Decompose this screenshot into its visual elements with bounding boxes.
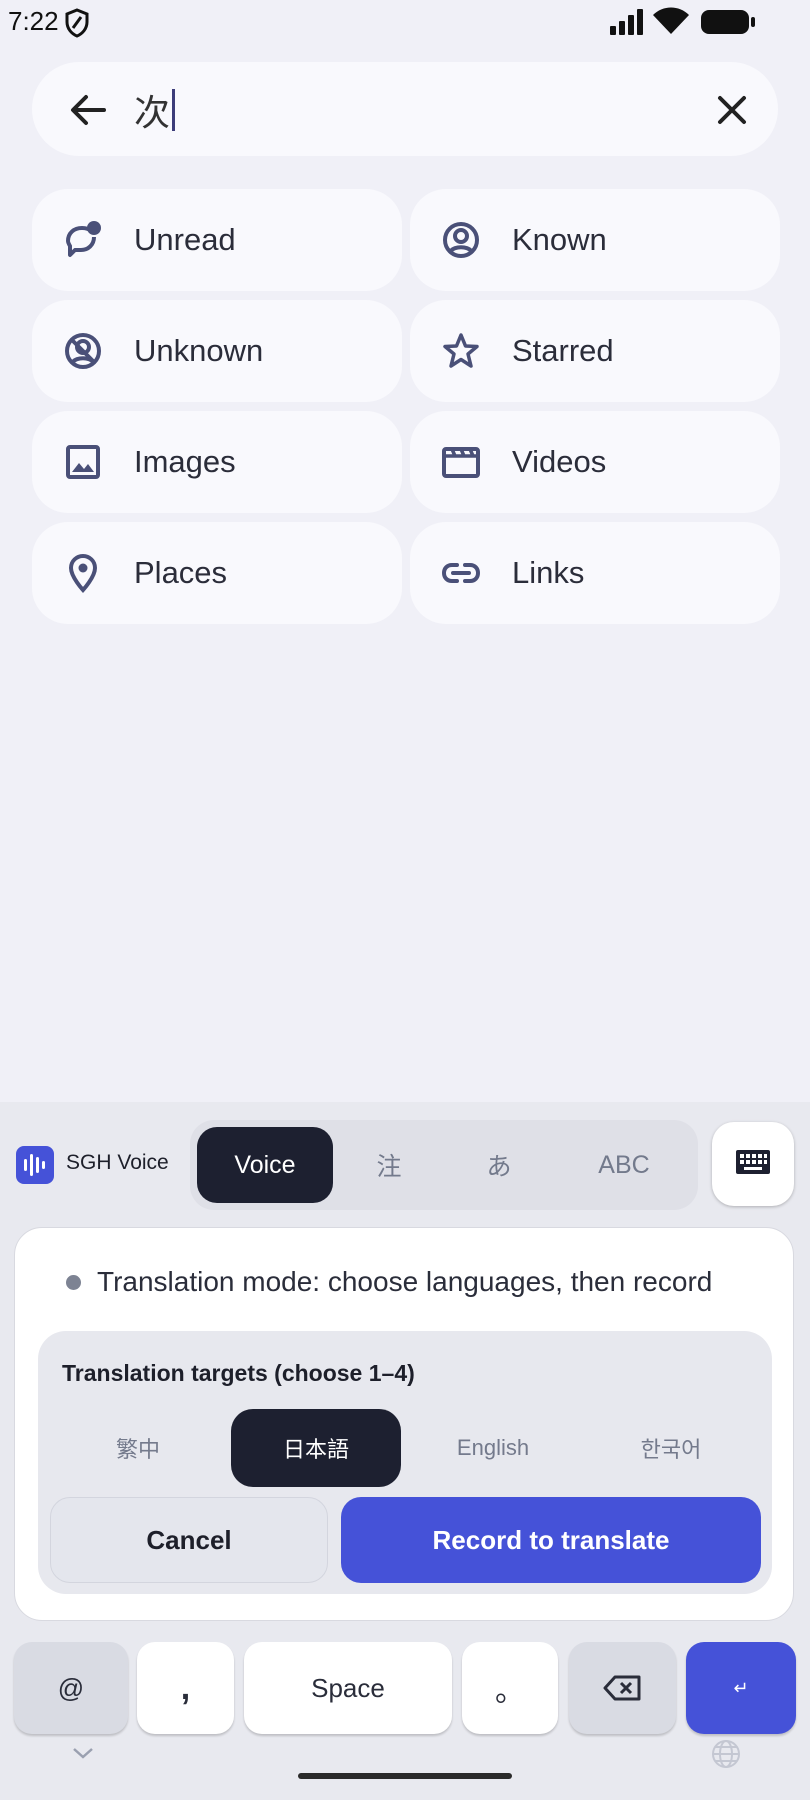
- star-icon: [440, 330, 482, 372]
- filter-label: Links: [512, 555, 585, 590]
- wifi-icon: [652, 6, 690, 36]
- lang-option-english[interactable]: English: [418, 1409, 568, 1487]
- tab-abc[interactable]: ABC: [566, 1127, 682, 1203]
- lang-option-traditional-chinese[interactable]: 繁中: [68, 1409, 208, 1487]
- video-clapper-icon: [440, 441, 482, 483]
- filter-chip-videos[interactable]: Videos: [410, 411, 780, 513]
- filter-chip-known[interactable]: Known: [410, 189, 780, 291]
- person-circle-icon: [440, 219, 482, 261]
- filter-chip-links[interactable]: Links: [410, 522, 780, 624]
- search-query: 次: [134, 92, 171, 133]
- person-off-icon: [62, 330, 104, 372]
- key-backspace[interactable]: [569, 1642, 676, 1734]
- key-period[interactable]: 。: [462, 1642, 558, 1734]
- key-at[interactable]: @: [14, 1642, 128, 1734]
- tab-zhuyin[interactable]: 注: [338, 1127, 440, 1203]
- search-input[interactable]: 次: [134, 86, 176, 134]
- filter-chip-places[interactable]: Places: [32, 522, 402, 624]
- filter-chip-starred[interactable]: Starred: [410, 300, 780, 402]
- key-comma[interactable]: ,: [137, 1642, 234, 1734]
- globe-icon[interactable]: [710, 1738, 742, 1770]
- shield-icon: [64, 8, 90, 38]
- battery-icon: [700, 8, 756, 36]
- location-pin-icon: [62, 552, 104, 594]
- filter-label: Starred: [512, 333, 614, 368]
- tab-voice[interactable]: Voice: [197, 1127, 333, 1203]
- filter-chip-unknown[interactable]: Unknown: [32, 300, 402, 402]
- keyboard-icon: [735, 1148, 771, 1178]
- tab-hiragana[interactable]: あ: [448, 1127, 550, 1203]
- filter-label: Videos: [512, 444, 607, 479]
- filter-label: Images: [134, 444, 236, 479]
- filter-label: Places: [134, 555, 228, 590]
- signal-icon: [608, 8, 646, 36]
- record-to-translate-button[interactable]: Record to translate: [341, 1497, 761, 1583]
- filter-chip-images[interactable]: Images: [32, 411, 402, 513]
- home-indicator[interactable]: [298, 1773, 512, 1779]
- voice-waveform-icon: [16, 1146, 54, 1184]
- close-icon[interactable]: [712, 90, 752, 130]
- filter-label: Unknown: [134, 333, 264, 368]
- keyboard-toggle-button[interactable]: [712, 1122, 794, 1206]
- status-dot: [66, 1275, 81, 1290]
- lang-option-japanese[interactable]: 日本語: [231, 1409, 401, 1487]
- text-caret: [172, 89, 176, 131]
- translation-targets-title: Translation targets (choose 1–4): [62, 1360, 415, 1386]
- lang-option-korean[interactable]: 한국어: [596, 1409, 746, 1487]
- translation-status-text: Translation mode: choose languages, then…: [97, 1266, 713, 1297]
- cancel-button[interactable]: Cancel: [50, 1497, 328, 1583]
- key-space[interactable]: Space: [244, 1642, 452, 1734]
- link-icon: [440, 552, 482, 594]
- keyboard-brand-name: SGH Voice: [66, 1151, 169, 1174]
- chevron-down-icon[interactable]: [72, 1746, 94, 1760]
- image-icon: [62, 441, 104, 483]
- status-time: 7:22: [8, 6, 59, 36]
- back-arrow-icon[interactable]: [66, 88, 110, 132]
- key-enter[interactable]: ↵: [686, 1642, 796, 1734]
- filter-chip-unread[interactable]: Unread: [32, 189, 402, 291]
- backspace-icon: [603, 1674, 643, 1702]
- filter-label: Known: [512, 222, 607, 257]
- unread-chat-icon: [62, 219, 104, 261]
- filter-label: Unread: [134, 222, 236, 257]
